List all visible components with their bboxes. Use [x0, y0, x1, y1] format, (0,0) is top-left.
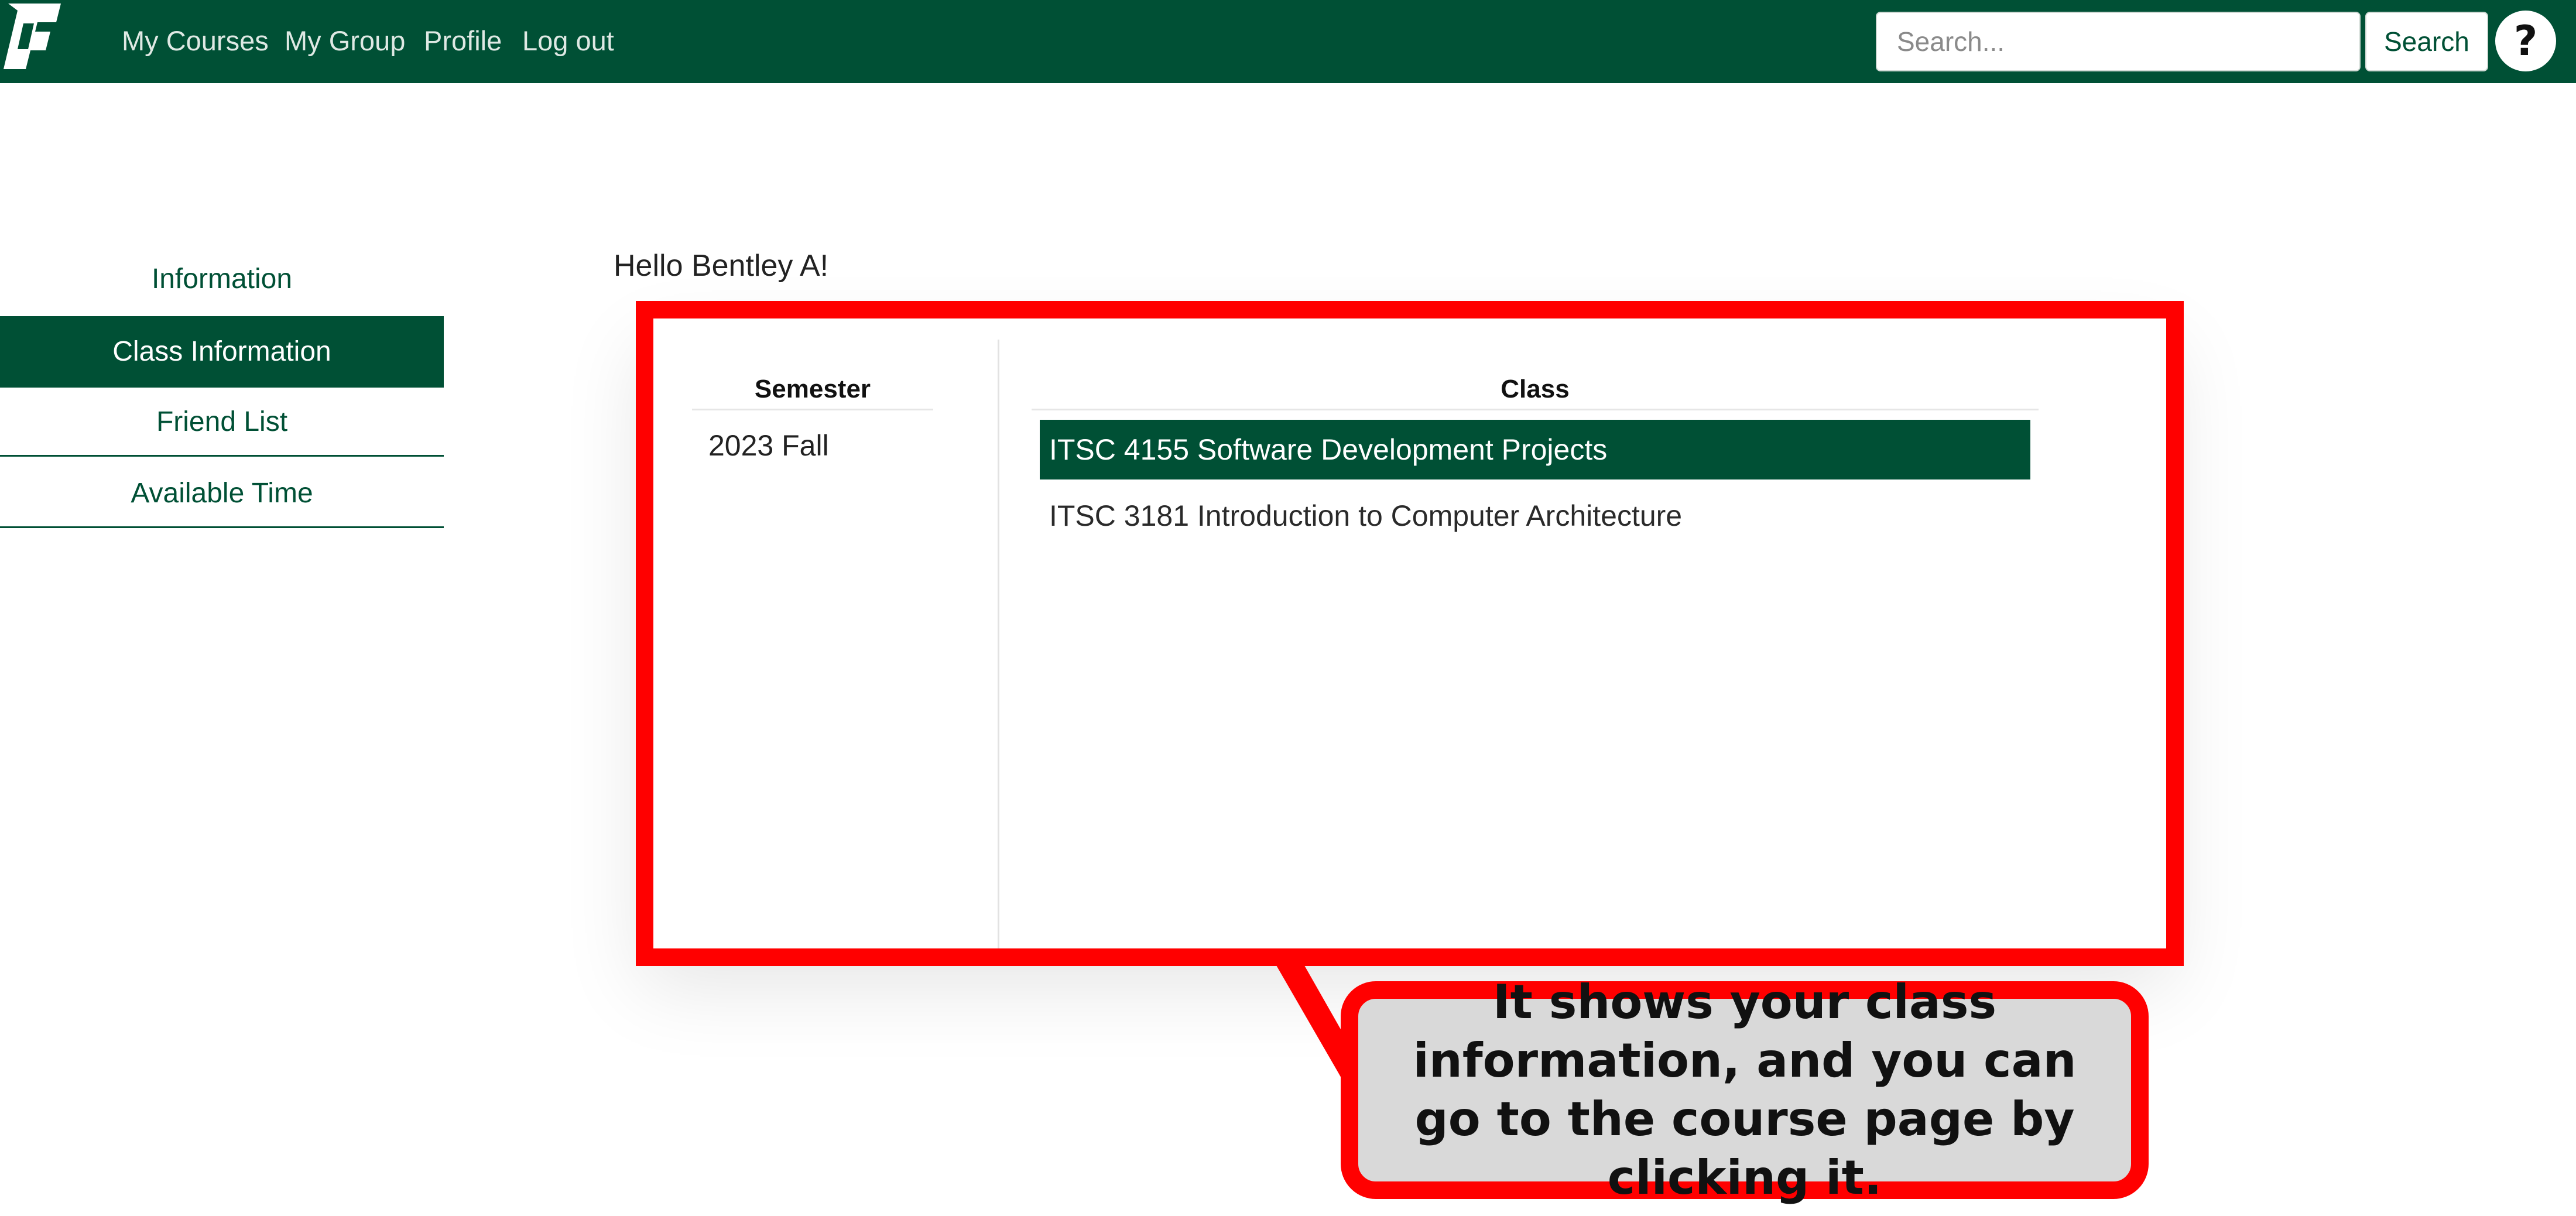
sidebar-item-friend-list[interactable]: Friend List	[0, 388, 444, 457]
search-button[interactable]: Search	[2365, 12, 2488, 71]
class-item[interactable]: ITSC 3181 Introduction to Computer Archi…	[1040, 486, 2030, 546]
search-input[interactable]	[1876, 12, 2361, 71]
sidebar-item-information[interactable]: Information	[0, 245, 444, 314]
sidebar-item-class-information[interactable]: Class Information	[0, 316, 444, 388]
greeting-text: Hello Bentley A!	[614, 249, 829, 283]
class-information-panel	[640, 311, 2172, 952]
nav-my-courses[interactable]: My Courses	[122, 22, 269, 60]
sidebar-item-available-time[interactable]: Available Time	[0, 459, 444, 528]
annotation-callout-text: It shows your class information, and you…	[1413, 975, 2077, 1205]
class-column-header: Class	[1501, 375, 1570, 403]
semester-header-rule	[692, 409, 933, 410]
top-nav-bar: My Courses My Group Profile Log out Sear…	[0, 0, 2576, 83]
class-item[interactable]: ITSC 4155 Software Development Projects	[1040, 420, 2030, 479]
column-divider	[998, 340, 999, 950]
unc-charlotte-logo-icon[interactable]	[0, 0, 66, 77]
nav-profile[interactable]: Profile	[424, 22, 502, 60]
class-header-rule	[1032, 409, 2039, 410]
semester-column-header: Semester	[754, 375, 871, 403]
semester-item[interactable]: 2023 Fall	[708, 429, 829, 463]
nav-my-group[interactable]: My Group	[285, 22, 405, 60]
nav-log-out[interactable]: Log out	[522, 22, 614, 60]
help-icon[interactable]: ?	[2495, 11, 2556, 71]
annotation-callout: It shows your class information, and you…	[1341, 975, 2149, 1205]
